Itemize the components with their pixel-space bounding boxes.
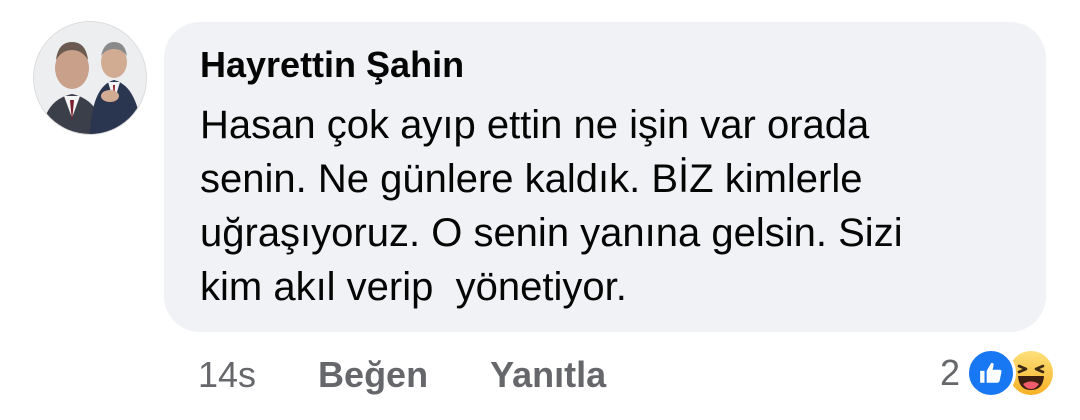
comment-timestamp[interactable]: 14s — [198, 354, 256, 396]
comment-actions: 14s Beğen Yanıtla — [198, 350, 668, 400]
reaction-count: 2 — [939, 352, 960, 393]
comment-bubble: Hayrettin Şahin Hasan çok ayıp ettin ne … — [164, 22, 1046, 332]
reaction-summary[interactable]: 2 — [940, 348, 1056, 398]
comment-text: Hasan çok ayıp ettin ne işin var orada s… — [200, 103, 903, 309]
like-button[interactable]: Beğen — [318, 354, 428, 396]
comment: Hayrettin Şahin Hasan çok ayıp ettin ne … — [0, 0, 1080, 420]
like-icon — [966, 348, 1016, 398]
avatar[interactable] — [34, 22, 146, 134]
reply-button[interactable]: Yanıtla — [490, 354, 606, 396]
avatar-image — [34, 22, 146, 134]
comment-author[interactable]: Hayrettin Şahin — [200, 44, 464, 86]
